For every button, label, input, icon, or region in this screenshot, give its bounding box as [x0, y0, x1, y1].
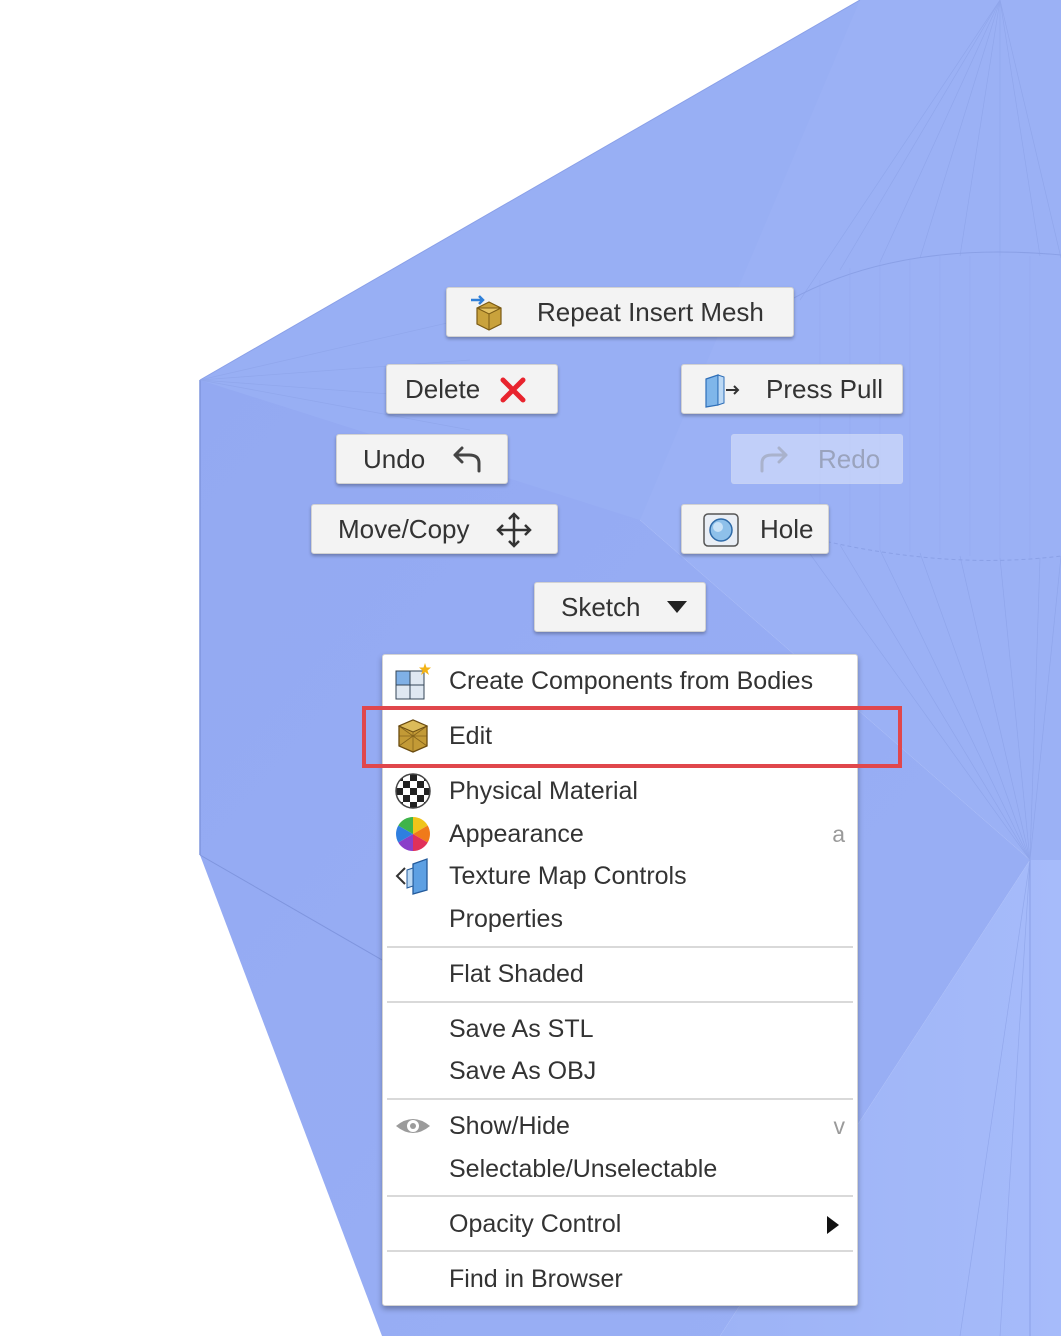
menu-item-label: Selectable/Unselectable	[449, 1154, 718, 1183]
delete-label: Delete	[405, 373, 481, 404]
menu-item-label: Opacity Control	[449, 1209, 622, 1238]
menu-item-label: Appearance	[449, 819, 584, 848]
menu-separator	[387, 946, 853, 948]
menu-item-show-hide[interactable]: Show/Hide v	[383, 1106, 857, 1146]
sketch-dropdown-button[interactable]: Sketch	[534, 582, 706, 632]
hole-label: Hole	[760, 513, 814, 544]
menu-item-create-components[interactable]: Create Components from Bodies	[383, 661, 857, 701]
menu-item-selectable[interactable]: Selectable/Unselectable	[383, 1149, 857, 1189]
menu-item-label: Flat Shaded	[449, 959, 584, 988]
move-copy-label: Move/Copy	[338, 513, 470, 544]
hole-icon	[702, 512, 742, 548]
sketch-label: Sketch	[561, 591, 641, 622]
move-arrows-icon	[494, 511, 534, 549]
create-components-icon	[393, 661, 433, 701]
eye-icon	[393, 1106, 433, 1146]
menu-item-save-as-stl[interactable]: Save As STL	[383, 1009, 857, 1049]
appearance-icon	[393, 814, 433, 854]
undo-arrow-icon	[449, 445, 485, 475]
menu-item-properties[interactable]: Properties	[383, 899, 857, 939]
menu-separator	[387, 1098, 853, 1100]
redo-label: Redo	[818, 443, 881, 474]
press-pull-icon	[700, 371, 744, 409]
insert-mesh-icon	[467, 294, 511, 332]
menu-item-opacity-control[interactable]: Opacity Control	[383, 1204, 857, 1244]
edit-highlight-box	[362, 706, 902, 768]
menu-separator	[387, 1195, 853, 1197]
menu-separator	[387, 1250, 853, 1252]
menu-item-texture-map-controls[interactable]: Texture Map Controls	[383, 856, 857, 896]
menu-item-save-as-obj[interactable]: Save As OBJ	[383, 1051, 857, 1091]
move-copy-button[interactable]: Move/Copy	[311, 504, 558, 554]
menu-item-physical-material[interactable]: Physical Material	[383, 771, 857, 811]
hole-button[interactable]: Hole	[681, 504, 829, 554]
menu-item-label: Texture Map Controls	[449, 861, 687, 890]
redo-arrow-icon	[756, 445, 792, 475]
repeat-insert-mesh-label: Repeat Insert Mesh	[537, 296, 764, 327]
menu-item-label: Find in Browser	[449, 1264, 623, 1293]
shortcut-key: v	[833, 1112, 846, 1139]
repeat-insert-mesh-button[interactable]: Repeat Insert Mesh	[446, 287, 794, 337]
menu-item-find-in-browser[interactable]: Find in Browser	[383, 1259, 857, 1299]
physical-material-icon	[393, 771, 433, 811]
redo-button[interactable]: Redo	[731, 434, 903, 484]
delete-button[interactable]: Delete	[386, 364, 558, 414]
menu-item-label: Create Components from Bodies	[449, 666, 814, 695]
menu-item-label: Save As OBJ	[449, 1056, 597, 1085]
texture-map-icon	[393, 856, 433, 896]
chevron-down-icon	[665, 599, 689, 615]
undo-label: Undo	[363, 443, 426, 474]
delete-x-icon	[499, 377, 527, 403]
menu-item-appearance[interactable]: Appearance a	[383, 814, 857, 854]
menu-item-label: Save As STL	[449, 1014, 594, 1043]
press-pull-button[interactable]: Press Pull	[681, 364, 903, 414]
submenu-arrow-icon	[825, 1214, 841, 1243]
shortcut-key: a	[832, 820, 845, 847]
menu-item-label: Physical Material	[449, 776, 638, 805]
undo-button[interactable]: Undo	[336, 434, 508, 484]
menu-separator	[387, 1001, 853, 1003]
press-pull-label: Press Pull	[766, 373, 884, 404]
menu-item-label: Show/Hide	[449, 1111, 570, 1140]
menu-item-flat-shaded[interactable]: Flat Shaded	[383, 954, 857, 994]
menu-item-label: Properties	[449, 904, 563, 933]
